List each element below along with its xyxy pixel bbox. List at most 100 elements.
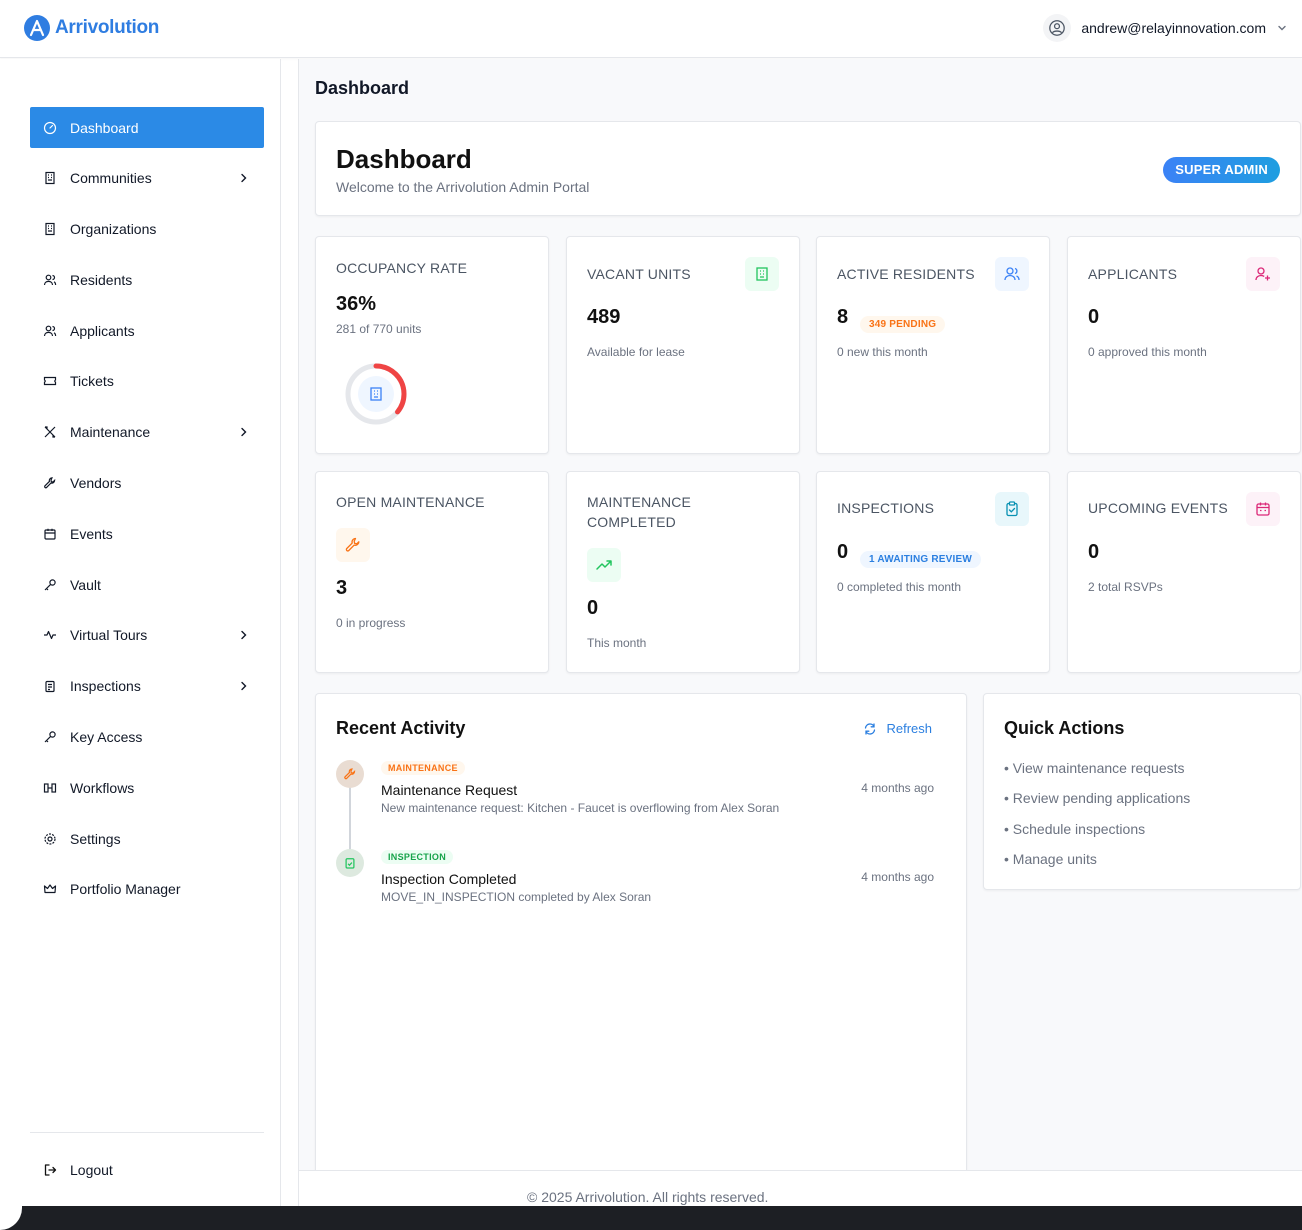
sidebar-item-vault[interactable]: Vault [30, 564, 264, 605]
os-taskbar [0, 1206, 1302, 1230]
sidebar-item-label: Maintenance [70, 424, 151, 441]
sidebar-item-label: Dashboard [70, 119, 139, 136]
stat-label: APPLICANTS [1088, 266, 1178, 282]
page-heading: Dashboard [315, 78, 410, 98]
key-icon [43, 578, 57, 592]
dashboard-icon [43, 121, 57, 135]
sidebar-divider [30, 1132, 264, 1133]
open-maintenance-card: OPEN MAINTENANCE 3 0 in progress [315, 471, 549, 673]
stat-label: INSPECTIONS [837, 500, 935, 516]
awaiting-review-badge: 1 AWAITING REVIEW [860, 551, 982, 568]
logo-icon [24, 15, 50, 41]
clipboard-icon [43, 679, 57, 693]
refresh-icon [865, 722, 876, 735]
top-bar: Arrivolution andrew@relayinnovation.com [0, 0, 1302, 58]
stat-sub: 0 new this month [837, 345, 928, 359]
building-icon [745, 257, 779, 291]
sidebar-item-label: Events [70, 525, 113, 542]
stat-value: 0 [1088, 541, 1100, 563]
users-icon [43, 324, 57, 338]
clipboard-check-icon [995, 492, 1029, 526]
sidebar-item-inspections[interactable]: Inspections [30, 666, 264, 707]
sidebar-item-dashboard[interactable]: Dashboard [30, 107, 264, 148]
sidebar-item-communities[interactable]: Communities [30, 158, 264, 199]
copyright-text: © 2025 Arrivolution. All rights reserved… [527, 1189, 769, 1205]
sidebar-item-label: Workflows [70, 779, 135, 796]
users-icon [995, 257, 1029, 291]
app-name: Arrivolution [55, 17, 160, 38]
app-logo[interactable]: Arrivolution [23, 14, 159, 42]
quick-action-item[interactable]: • Manage units [1004, 851, 1190, 881]
inspections-card: INSPECTIONS 0 1 AWAITING REVIEW 0 comple… [816, 471, 1050, 673]
ticket-icon [43, 374, 57, 388]
activity-time: 4 months ago [861, 870, 934, 884]
sidebar-item-label: Applicants [70, 322, 135, 339]
stat-value: 36% [336, 293, 377, 315]
quick-action-item[interactable]: • View maintenance requests [1004, 760, 1190, 790]
wrench-icon [336, 760, 364, 788]
building-icon [43, 171, 57, 185]
quick-action-item[interactable]: • Review pending applications [1004, 790, 1190, 820]
quick-action-item[interactable]: • Schedule inspections [1004, 821, 1190, 851]
sidebar-item-vendors[interactable]: Vendors [30, 463, 264, 504]
maintenance-completed-card: MAINTENANCE COMPLETED 0 This month [566, 471, 800, 673]
activity-time: 4 months ago [861, 781, 934, 795]
wrench-icon [43, 476, 57, 490]
stat-label: MAINTENANCE COMPLETED [587, 494, 692, 530]
sidebar-item-applicants[interactable]: Applicants [30, 310, 264, 351]
crown-icon [43, 882, 57, 896]
user-plus-icon [1246, 257, 1280, 291]
gear-icon [43, 832, 57, 846]
sidebar-item-label: Virtual Tours [70, 627, 148, 644]
footer: © 2025 Arrivolution. All rights reserved… [298, 1170, 1302, 1206]
sidebar-item-label: Settings [70, 830, 121, 847]
stat-label: UPCOMING EVENTS [1088, 500, 1228, 516]
user-email: andrew@relayinnovation.com [1081, 20, 1266, 36]
sidebar-item-settings[interactable]: Settings [30, 818, 264, 859]
sidebar-item-label: Inspections [70, 678, 141, 695]
logout-icon [43, 1163, 57, 1177]
activity-icon [43, 628, 57, 642]
section-title: Recent Activity [336, 718, 466, 738]
stat-sub: 0 completed this month [837, 580, 962, 594]
calendar-icon [43, 527, 57, 541]
logout-label: Logout [70, 1161, 113, 1178]
sidebar-item-label: Portfolio Manager [70, 881, 181, 898]
building-icon [43, 222, 57, 236]
role-badge: SUPER ADMIN [1163, 157, 1280, 183]
avatar [1043, 14, 1072, 42]
stat-value: 0 [587, 597, 599, 619]
activity-title[interactable]: Maintenance Request [381, 782, 517, 798]
activity-title[interactable]: Inspection Completed [381, 871, 516, 887]
sidebar-item-portfolio-manager[interactable]: Portfolio Manager [30, 869, 264, 910]
occupancy-card: OCCUPANCY RATE 36% 281 of 770 units [315, 236, 549, 454]
workflow-icon [43, 781, 57, 795]
sidebar-item-residents[interactable]: Residents [30, 259, 264, 300]
sidebar-item-events[interactable]: Events [30, 513, 264, 554]
section-title: Quick Actions [1004, 718, 1125, 738]
sidebar-nav: Dashboard Communities Organizations Residen… [30, 107, 264, 920]
user-menu[interactable]: andrew@relayinnovation.com [1043, 14, 1288, 42]
stat-sub: 281 of 770 units [336, 322, 422, 336]
sidebar-item-key-access[interactable]: Key Access [30, 717, 264, 758]
hero-title: Dashboard [336, 144, 472, 174]
users-icon [43, 273, 57, 287]
sidebar-item-maintenance[interactable]: Maintenance [30, 412, 264, 453]
stat-label: ACTIVE RESIDENTS [837, 266, 975, 282]
sidebar-item-tickets[interactable]: Tickets [30, 361, 264, 402]
sidebar-item-workflows[interactable]: Workflows [30, 767, 264, 808]
logout-button[interactable]: Logout [30, 1149, 264, 1190]
stat-sub: 2 total RSVPs [1088, 580, 1163, 594]
stat-sub: Available for lease [587, 345, 685, 359]
sidebar-item-organizations[interactable]: Organizations [30, 209, 264, 250]
main-content: Dashboard Dashboard Welcome to the Arriv… [298, 59, 1302, 1173]
sidebar-item-virtual-tours[interactable]: Virtual Tours [30, 615, 264, 656]
chevron-right-icon [241, 427, 247, 436]
refresh-label: Refresh [886, 721, 932, 736]
sidebar-item-label: Tickets [70, 373, 114, 390]
active-residents-card: ACTIVE RESIDENTS 8 349 PENDING 0 new thi… [816, 236, 1050, 454]
refresh-button[interactable]: Refresh [863, 721, 932, 736]
user-circle-icon [1049, 20, 1066, 36]
sidebar-item-label: Residents [70, 271, 133, 288]
chevron-down-icon [1278, 25, 1286, 31]
